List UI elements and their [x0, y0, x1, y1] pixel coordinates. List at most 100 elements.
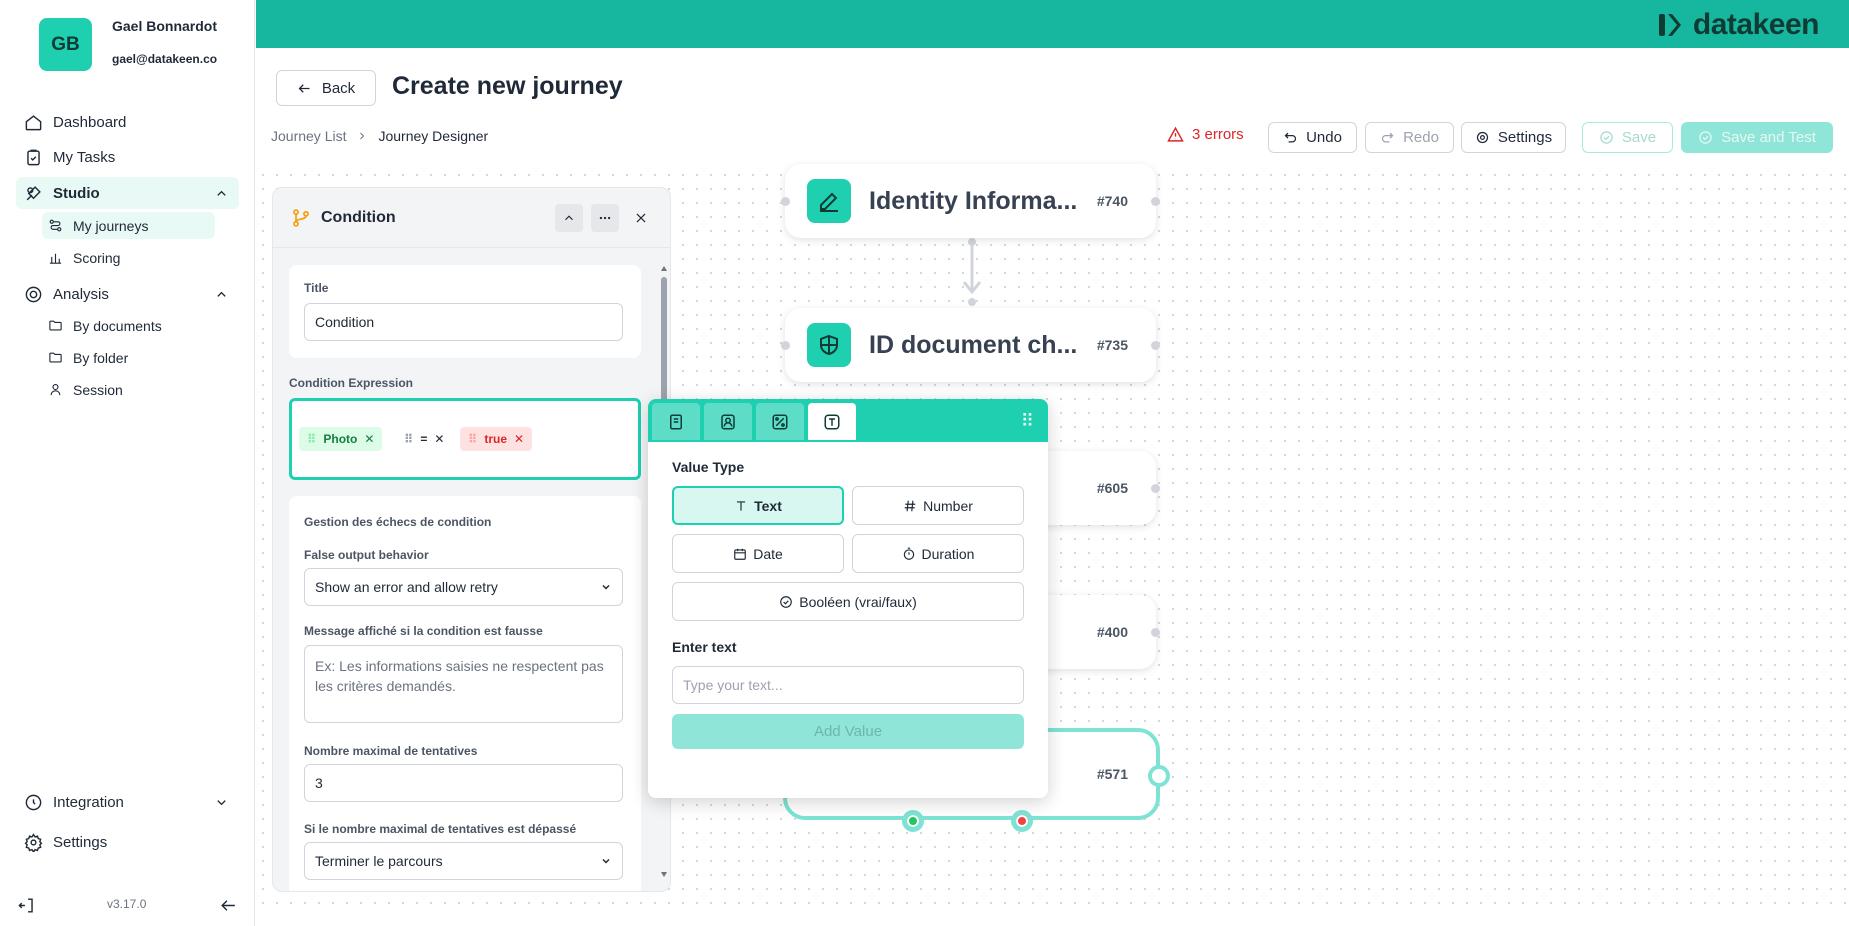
breadcrumb: Journey List Journey Designer — [271, 128, 488, 144]
false-output-label: False output behavior — [304, 548, 429, 562]
undo-button[interactable]: Undo — [1268, 122, 1357, 153]
save-button[interactable]: Save — [1582, 122, 1673, 153]
node-handle[interactable] — [1151, 341, 1160, 350]
nav-my-tasks[interactable]: My Tasks — [16, 141, 239, 173]
node-id: #605 — [1096, 480, 1128, 496]
avatar[interactable]: GB — [39, 18, 92, 71]
node-output-handle[interactable] — [1148, 765, 1170, 787]
close-panel-button[interactable] — [627, 204, 655, 232]
arrow-left-icon — [298, 83, 310, 93]
errors-indicator[interactable]: 3 errors — [1167, 126, 1244, 143]
node-handle[interactable] — [781, 197, 790, 206]
sidebar-item-by-documents[interactable]: By documents — [42, 312, 215, 339]
pencil-icon — [807, 179, 851, 223]
journey-node-id-document[interactable]: ID document ch... #735 — [781, 308, 1160, 382]
route-icon — [49, 219, 62, 232]
exceeded-select[interactable]: Terminer le parcours — [304, 842, 623, 880]
panel-title: Condition — [321, 208, 396, 226]
back-button[interactable]: Back — [276, 70, 376, 106]
value-type-label: Value Type — [672, 459, 745, 475]
title-input[interactable]: Condition — [304, 303, 623, 341]
remove-tag-icon[interactable]: ✕ — [434, 432, 444, 446]
type-date-button[interactable]: Date — [672, 534, 844, 573]
user-name: Gael Bonnardot — [112, 18, 218, 34]
sidebar: GB Gael Bonnardot gael@datakeen.co Dashb… — [0, 0, 255, 926]
settings-button[interactable]: Settings — [1461, 122, 1566, 153]
expression-value-tag[interactable]: ⠿ true ✕ — [460, 427, 533, 451]
node-handle[interactable] — [781, 341, 790, 350]
drag-handle-icon[interactable]: ⠿ — [468, 432, 477, 446]
true-output-handle[interactable] — [902, 810, 924, 832]
drag-handle-icon[interactable]: ⠿ — [1021, 412, 1034, 430]
remove-tag-icon[interactable]: ✕ — [364, 432, 374, 446]
tab-text-value[interactable] — [808, 403, 856, 440]
nav-analysis[interactable]: Analysis — [16, 278, 239, 310]
drag-handle-icon[interactable]: ⠿ — [307, 432, 316, 446]
failure-heading: Gestion des échecs de condition — [304, 515, 492, 529]
breadcrumb-current: Journey Designer — [378, 128, 489, 144]
type-duration-button[interactable]: Duration — [852, 534, 1024, 573]
node-handle[interactable] — [1151, 628, 1160, 637]
journey-node-identity[interactable]: Identity Informa... #740 — [781, 164, 1160, 238]
sidebar-item-by-folder[interactable]: By folder — [42, 344, 215, 371]
condition-expression-field[interactable]: ⠿ Photo ✕ ⠿ = ✕ ⠿ true ✕ — [289, 398, 641, 480]
max-attempts-label: Nombre maximal de tentatives — [304, 744, 478, 758]
top-bar: datakeen — [256, 0, 1849, 48]
false-output-handle[interactable] — [1011, 810, 1033, 832]
value-picker-popup: ⠿ Value Type Text Number Date Duration B… — [648, 399, 1048, 798]
text-icon — [824, 414, 840, 429]
nav-studio[interactable]: Studio — [16, 177, 239, 209]
type-number-button[interactable]: Number — [852, 486, 1024, 525]
shield-icon — [807, 323, 851, 367]
collapse-panel-button[interactable] — [555, 204, 583, 232]
page-title: Create new journey — [392, 72, 623, 100]
condition-expression-label: Condition Expression — [289, 376, 414, 390]
check-circle-icon — [1600, 131, 1613, 144]
sidebar-item-my-journeys[interactable]: My journeys — [42, 212, 215, 239]
save-and-test-button[interactable]: Save and Test — [1681, 122, 1833, 153]
scoring-icon — [49, 253, 62, 264]
brand-logo: datakeen — [1658, 8, 1820, 42]
connector-arrow — [962, 238, 982, 306]
sidebar-item-scoring[interactable]: Scoring — [42, 244, 215, 271]
clipboard-check-icon — [27, 149, 40, 165]
identity-icon — [721, 414, 735, 429]
false-output-select[interactable]: Show an error and allow retry — [304, 568, 623, 606]
more-options-button[interactable] — [591, 204, 619, 232]
exceeded-label: Si le nombre maximal de tentatives est d… — [304, 822, 577, 836]
remove-tag-icon[interactable]: ✕ — [514, 432, 524, 446]
panel-header: Condition — [273, 188, 670, 248]
nav-integration[interactable]: Integration — [16, 786, 239, 818]
tab-identity[interactable] — [704, 403, 752, 440]
expression-field-tag[interactable]: ⠿ Photo ✕ — [299, 427, 383, 451]
breadcrumb-journey-list[interactable]: Journey List — [271, 128, 346, 144]
chevron-up-icon — [217, 190, 226, 196]
node-id: #740 — [1096, 193, 1128, 209]
sidebar-item-session[interactable]: Session — [42, 376, 215, 403]
max-attempts-input[interactable]: 3 — [304, 764, 623, 802]
message-textarea[interactable]: Ex: Les informations saisies ne respecte… — [304, 645, 623, 723]
add-value-button[interactable]: Add Value — [672, 714, 1024, 749]
tab-document[interactable] — [652, 403, 700, 440]
tab-scoring[interactable] — [756, 403, 804, 440]
redo-button[interactable]: Redo — [1365, 122, 1454, 153]
value-text-input[interactable]: Type your text... — [672, 666, 1024, 704]
nav-settings[interactable]: Settings — [16, 826, 239, 858]
logout-icon[interactable] — [17, 896, 36, 915]
hash-icon — [904, 500, 916, 511]
title-card: Title Condition — [289, 265, 641, 358]
node-handle[interactable] — [1151, 484, 1160, 493]
user-icon — [50, 383, 61, 396]
node-title: ID document ch... — [869, 330, 1078, 359]
redo-icon — [1382, 132, 1394, 143]
chevron-down-icon — [217, 799, 226, 805]
expression-operator-tag[interactable]: ⠿ = ✕ — [396, 427, 453, 451]
nav-dashboard[interactable]: Dashboard — [16, 106, 239, 138]
warning-icon — [1167, 126, 1184, 142]
type-text-button[interactable]: Text — [672, 486, 844, 525]
collapse-sidebar-icon[interactable] — [219, 896, 238, 915]
drag-handle-icon[interactable]: ⠿ — [404, 432, 413, 446]
type-boolean-button[interactable]: Booléen (vrai/faux) — [672, 582, 1024, 621]
node-handle[interactable] — [1151, 197, 1160, 206]
message-label: Message affiché si la condition est faus… — [304, 624, 543, 638]
